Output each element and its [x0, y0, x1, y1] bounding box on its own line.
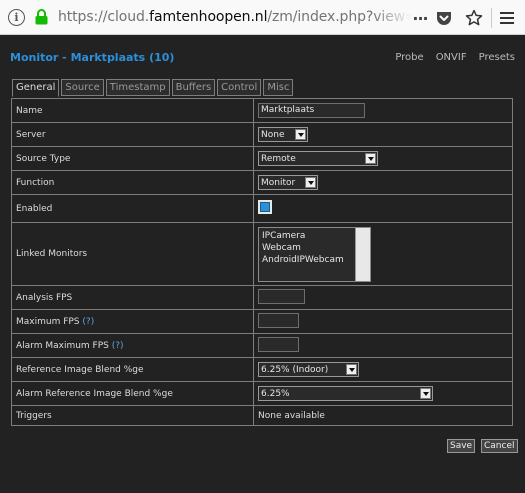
- table-row: Reference Image Blend %ge 6.25% (Indoor): [11, 357, 513, 382]
- chevron-down-icon: [305, 177, 316, 188]
- source-type-select[interactable]: Remote: [258, 151, 378, 166]
- url-field[interactable]: https://cloud.famtenhoopen.nl/zm/index.p…: [58, 9, 412, 27]
- cancel-button[interactable]: Cancel: [481, 439, 518, 453]
- function-select[interactable]: Monitor: [258, 175, 318, 190]
- chevron-down-icon: [365, 153, 376, 164]
- maximum-fps-label: Maximum FPS: [16, 316, 80, 327]
- source-type-cell: Remote: [253, 146, 513, 171]
- name-cell: Marktplaats: [253, 98, 513, 123]
- name-label: Name: [11, 98, 254, 123]
- alarm-maximum-fps-label: Alarm Maximum FPS: [16, 340, 109, 351]
- linked-monitors-listbox[interactable]: IPCamera Webcam AndroidIPWebcam: [258, 226, 371, 282]
- ref-blend-select[interactable]: 6.25% (Indoor): [258, 362, 359, 377]
- url-fade: [372, 7, 412, 29]
- table-row: Function Monitor: [11, 170, 513, 195]
- alarm-maximum-fps-cell: [253, 333, 513, 358]
- source-type-label: Source Type: [11, 146, 254, 171]
- listbox-scrollbar[interactable]: [355, 227, 370, 281]
- probe-link[interactable]: Probe: [395, 52, 423, 63]
- table-row: Linked Monitors IPCamera Webcam AndroidI…: [11, 222, 513, 286]
- presets-link[interactable]: Presets: [479, 52, 515, 63]
- server-cell: None: [253, 122, 513, 147]
- analysis-fps-field[interactable]: [258, 288, 305, 304]
- tab-buffers[interactable]: Buffers: [171, 79, 216, 96]
- ref-blend-label: Reference Image Blend %ge: [11, 357, 254, 382]
- enabled-label: Enabled: [11, 194, 254, 223]
- bookmark-star-icon[interactable]: [464, 8, 484, 28]
- server-select[interactable]: None: [258, 127, 308, 142]
- table-row: Source Type Remote: [11, 146, 513, 171]
- table-row: Name Marktplaats: [11, 98, 513, 123]
- server-select-value: None: [261, 129, 285, 140]
- linked-monitors-label: Linked Monitors: [11, 222, 254, 286]
- alarm-ref-blend-cell: 6.25%: [253, 381, 513, 406]
- browser-toolbar: i https://cloud.famtenhoopen.nl/zm/index…: [0, 0, 525, 35]
- url-prefix: https://cloud.: [58, 9, 150, 25]
- list-item[interactable]: IPCamera: [262, 230, 370, 242]
- alarm-maximum-fps-help-link[interactable]: (?): [112, 341, 124, 351]
- monitor-settings-table: Name Marktplaats Server None Source Type…: [11, 98, 513, 426]
- table-row: Analysis FPS: [11, 285, 513, 310]
- enabled-cell: [253, 194, 513, 223]
- chevron-down-icon: [295, 129, 306, 140]
- function-cell: Monitor: [253, 170, 513, 195]
- chevron-down-icon: [420, 388, 431, 399]
- alarm-ref-blend-select[interactable]: 6.25%: [258, 386, 433, 401]
- maximum-fps-cell: [253, 309, 513, 334]
- alarm-ref-blend-label: Alarm Reference Image Blend %ge: [11, 381, 254, 406]
- triggers-value: None available: [253, 405, 513, 426]
- save-button[interactable]: Save: [447, 439, 476, 453]
- list-item[interactable]: Webcam: [262, 242, 370, 254]
- tab-misc[interactable]: Misc: [263, 79, 294, 96]
- tab-general[interactable]: General: [12, 79, 60, 97]
- tab-timestamp[interactable]: Timestamp: [105, 79, 170, 96]
- maximum-fps-help-link[interactable]: (?): [82, 317, 94, 327]
- maximum-fps-label-cell: Maximum FPS (?): [11, 309, 254, 334]
- table-row: Maximum FPS (?): [11, 309, 513, 334]
- table-row: Alarm Maximum FPS (?): [11, 333, 513, 358]
- tab-control[interactable]: Control: [217, 79, 262, 96]
- triggers-label: Triggers: [11, 405, 254, 426]
- function-select-value: Monitor: [261, 177, 296, 188]
- server-label: Server: [11, 122, 254, 147]
- alarm-ref-blend-select-value: 6.25%: [261, 388, 290, 399]
- toolbar-separator: [491, 8, 492, 28]
- top-links: Probe ONVIF Presets: [395, 52, 515, 63]
- enabled-checkbox[interactable]: [258, 200, 272, 214]
- lock-icon[interactable]: [35, 9, 48, 25]
- page-title: Monitor - Marktplaats (10): [10, 51, 175, 64]
- linked-monitors-cell: IPCamera Webcam AndroidIPWebcam: [253, 222, 513, 286]
- chevron-down-icon: [346, 364, 357, 375]
- alarm-maximum-fps-label-cell: Alarm Maximum FPS (?): [11, 333, 254, 358]
- name-field[interactable]: Marktplaats: [258, 103, 365, 118]
- table-row: Triggers None available: [11, 405, 513, 426]
- list-item[interactable]: AndroidIPWebcam: [262, 254, 370, 266]
- analysis-fps-label: Analysis FPS: [11, 285, 254, 310]
- hamburger-menu-icon[interactable]: [497, 8, 517, 28]
- source-type-select-value: Remote: [261, 153, 296, 164]
- alarm-maximum-fps-field[interactable]: [258, 336, 299, 352]
- page-actions-icon[interactable]: ···: [410, 8, 430, 28]
- pocket-icon[interactable]: [434, 8, 454, 28]
- tab-bar: General Source Timestamp Buffers Control…: [12, 79, 294, 97]
- maximum-fps-field[interactable]: [258, 312, 299, 328]
- url-host: famtenhoopen.nl: [149, 9, 268, 25]
- table-row: Alarm Reference Image Blend %ge 6.25%: [11, 381, 513, 406]
- ref-blend-cell: 6.25% (Indoor): [253, 357, 513, 382]
- ref-blend-select-value: 6.25% (Indoor): [261, 364, 329, 375]
- info-icon[interactable]: i: [8, 9, 25, 26]
- table-row: Server None: [11, 122, 513, 147]
- function-label: Function: [11, 170, 254, 195]
- analysis-fps-cell: [253, 285, 513, 310]
- table-row: Enabled: [11, 194, 513, 223]
- onvif-link[interactable]: ONVIF: [436, 52, 467, 63]
- tab-source[interactable]: Source: [61, 79, 104, 96]
